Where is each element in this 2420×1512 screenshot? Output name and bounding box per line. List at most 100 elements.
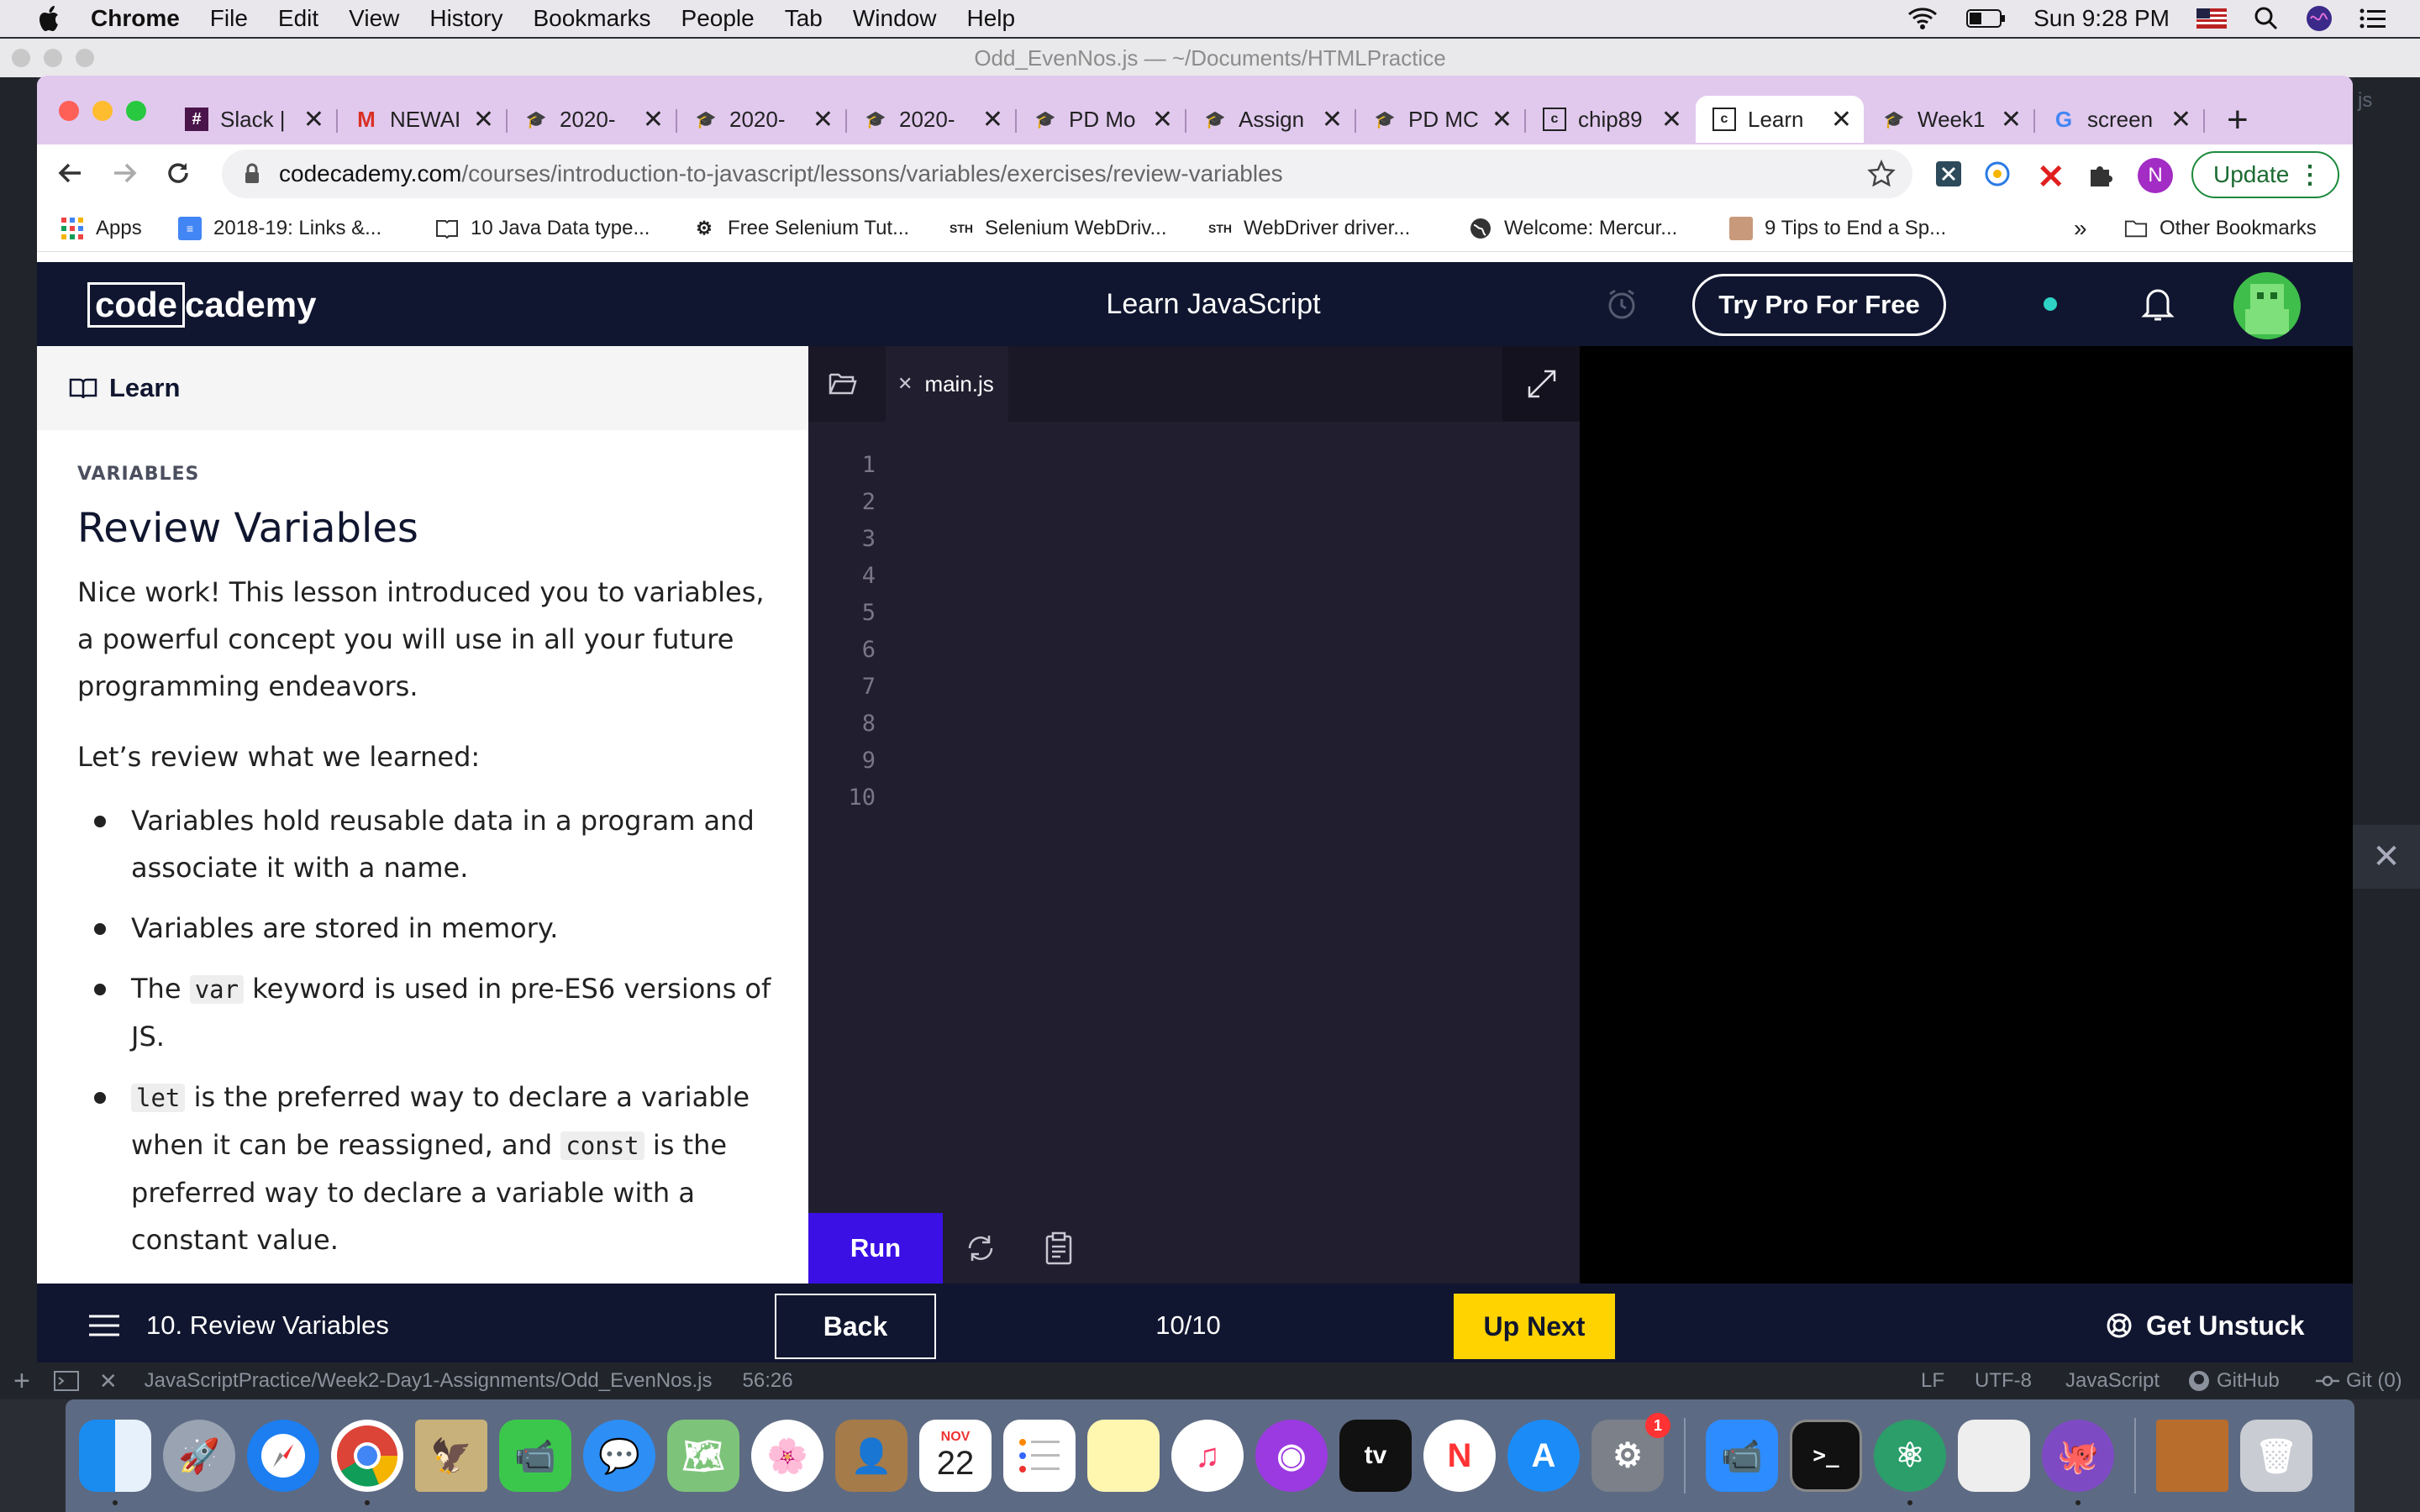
tab-close-icon[interactable]: ✕ <box>473 105 494 134</box>
atom-encoding[interactable]: UTF-8 <box>1975 1369 2032 1393</box>
bookmark-9-tips[interactable]: 9 Tips to End a Sp... <box>1729 205 1946 252</box>
menu-people[interactable]: People <box>681 5 755 32</box>
reset-icon[interactable] <box>965 1233 997 1263</box>
atom-status-close-icon[interactable]: ✕ <box>99 1368 118 1394</box>
alarm-clock-icon[interactable] <box>1605 287 1639 321</box>
atom-line-ending[interactable]: LF <box>1921 1369 1944 1393</box>
atom-minimize-dot[interactable] <box>44 49 62 67</box>
bookmark-apps[interactable]: Apps <box>60 205 142 252</box>
forward-arrow-icon[interactable] <box>109 158 139 188</box>
wifi-icon[interactable] <box>1906 6 1939 31</box>
editor-tab-close-icon[interactable]: ✕ <box>897 373 913 395</box>
tab-slack[interactable]: # Slack | ✕ <box>168 96 336 143</box>
user-avatar[interactable] <box>2233 272 2301 339</box>
atom-close-panel-icon[interactable]: ✕ <box>2353 825 2420 889</box>
bookmark-free-selenium[interactable]: ⚙ Free Selenium Tut... <box>692 205 909 252</box>
editor-tab-main-js[interactable]: ✕ main.js <box>886 346 1008 422</box>
us-flag-icon[interactable] <box>2196 8 2227 29</box>
music-icon[interactable]: ♫ <box>1171 1420 1244 1492</box>
menu-view[interactable]: View <box>349 5 399 32</box>
window-close-button[interactable] <box>59 101 79 121</box>
downloads-stack-icon[interactable] <box>2156 1420 2228 1492</box>
get-unstuck-button[interactable]: Get Unstuck <box>2106 1284 2304 1362</box>
menu-tab[interactable]: Tab <box>785 5 823 32</box>
contacts-icon[interactable]: 👤 <box>835 1420 908 1492</box>
notes-icon[interactable] <box>1087 1420 1160 1492</box>
try-pro-button[interactable]: Try Pro For Free <box>1692 274 1946 336</box>
terminal-app-icon[interactable]: >_ <box>1790 1420 1862 1492</box>
atom-tab-fragment[interactable]: js <box>2358 89 2372 113</box>
update-button[interactable]: Update ⋮ <box>2191 151 2339 198</box>
battery-icon[interactable] <box>1966 8 2007 29</box>
learn-panel-header[interactable]: Learn <box>37 346 808 430</box>
atom-grammar[interactable]: JavaScript <box>2065 1369 2160 1393</box>
terminal-icon[interactable] <box>53 1371 79 1391</box>
extension-x-icon[interactable] <box>1936 161 1961 186</box>
finder-icon[interactable] <box>79 1420 151 1505</box>
back-button[interactable]: Back <box>775 1294 936 1359</box>
reload-icon[interactable] <box>163 158 193 188</box>
run-button[interactable]: Run <box>808 1213 943 1284</box>
apple-icon[interactable] <box>34 5 67 32</box>
tab-2020-c[interactable]: 🎓 2020- ✕ <box>847 96 1015 143</box>
tab-close-icon[interactable]: ✕ <box>1152 105 1173 134</box>
back-arrow-icon[interactable] <box>55 158 86 188</box>
menu-file[interactable]: File <box>210 5 248 32</box>
photos-icon[interactable]: 🌸 <box>751 1420 823 1492</box>
tab-learn-active[interactable]: c Learn ✕ <box>1696 96 1864 143</box>
tab-close-icon[interactable]: ✕ <box>813 105 834 134</box>
up-next-button[interactable]: Up Next <box>1454 1294 1615 1359</box>
bookmark-webdriver-driver[interactable]: STH WebDriver driver... <box>1208 205 1410 252</box>
maps-icon[interactable]: 🗺 <box>667 1420 739 1492</box>
bookmark-welcome-mercury[interactable]: Welcome: Mercur... <box>1469 205 1677 252</box>
atom-file-path[interactable]: JavaScriptPractice/Week2-Day1-Assignment… <box>145 1369 713 1393</box>
atom-github-button[interactable]: GitHub <box>2188 1369 2280 1393</box>
tab-close-icon[interactable]: ✕ <box>2170 105 2191 134</box>
apple-tv-icon[interactable]: tv <box>1339 1420 1412 1492</box>
tab-pd-mc[interactable]: 🎓 PD MC ✕ <box>1356 96 1524 143</box>
menu-edit[interactable]: Edit <box>278 5 318 32</box>
expand-editor-button[interactable] <box>1502 346 1580 422</box>
copy-clipboard-icon[interactable] <box>1044 1231 1074 1265</box>
menu-window[interactable]: Window <box>853 5 937 32</box>
trash-icon[interactable]: 🗑 <box>2240 1420 2312 1492</box>
bookmarks-overflow-chevron-icon[interactable]: » <box>2074 215 2087 242</box>
tab-close-icon[interactable]: ✕ <box>1322 105 1343 134</box>
app-store-icon[interactable]: A <box>1507 1420 1580 1492</box>
code-text-area[interactable] <box>889 438 1561 1178</box>
tab-screen[interactable]: Gscreen ✕ <box>2035 96 2203 143</box>
podcasts-icon[interactable]: ◉ <box>1255 1420 1328 1492</box>
atom-zoom-dot[interactable] <box>76 49 94 67</box>
codecademy-logo[interactable]: code cademy <box>87 282 316 328</box>
extensions-puzzle-icon[interactable] <box>2087 161 2114 188</box>
window-zoom-button[interactable] <box>126 101 146 121</box>
lock-icon[interactable] <box>244 163 260 185</box>
menu-history[interactable]: History <box>429 5 502 32</box>
folder-open-icon[interactable] <box>829 371 857 396</box>
tab-2020-b[interactable]: 🎓 2020- ✕ <box>677 96 845 143</box>
bookmark-selenium-webdriver[interactable]: STH Selenium WebDriv... <box>950 205 1167 252</box>
tab-gmail[interactable]: M NEWAI ✕ <box>338 96 506 143</box>
atom-close-dot[interactable] <box>12 49 30 67</box>
tab-close-icon[interactable]: ✕ <box>1491 105 1512 134</box>
add-icon[interactable]: + <box>13 1365 30 1398</box>
tab-assign[interactable]: 🎓 Assign ✕ <box>1186 96 1355 143</box>
menu-bookmarks[interactable]: Bookmarks <box>533 5 650 32</box>
menubar-clock[interactable]: Sun 9:28 PM <box>2033 5 2170 32</box>
control-list-icon[interactable] <box>2360 8 2386 29</box>
tab-close-icon[interactable]: ✕ <box>303 105 324 134</box>
preview-icon[interactable]: 🦅 <box>415 1420 487 1492</box>
news-icon[interactable]: N <box>1423 1420 1496 1492</box>
reminders-icon[interactable] <box>1003 1420 1076 1492</box>
extension-red-x-icon[interactable]: ✕ <box>2037 158 2065 197</box>
zoom-icon[interactable]: 📹 <box>1706 1420 1778 1492</box>
atom-app-icon[interactable]: ⚛ <box>1874 1420 1946 1505</box>
tab-close-icon[interactable]: ✕ <box>982 105 1003 134</box>
tab-close-icon[interactable]: ✕ <box>1661 105 1682 134</box>
new-tab-button[interactable]: + <box>2227 99 2249 141</box>
safari-icon[interactable] <box>247 1420 319 1492</box>
tab-week1[interactable]: 🎓 Week1 ✕ <box>1865 96 2033 143</box>
messages-icon[interactable]: 💬 <box>583 1420 655 1492</box>
profile-avatar[interactable]: N <box>2138 158 2173 193</box>
atom-git-button[interactable]: Git (0) <box>2316 1369 2402 1393</box>
